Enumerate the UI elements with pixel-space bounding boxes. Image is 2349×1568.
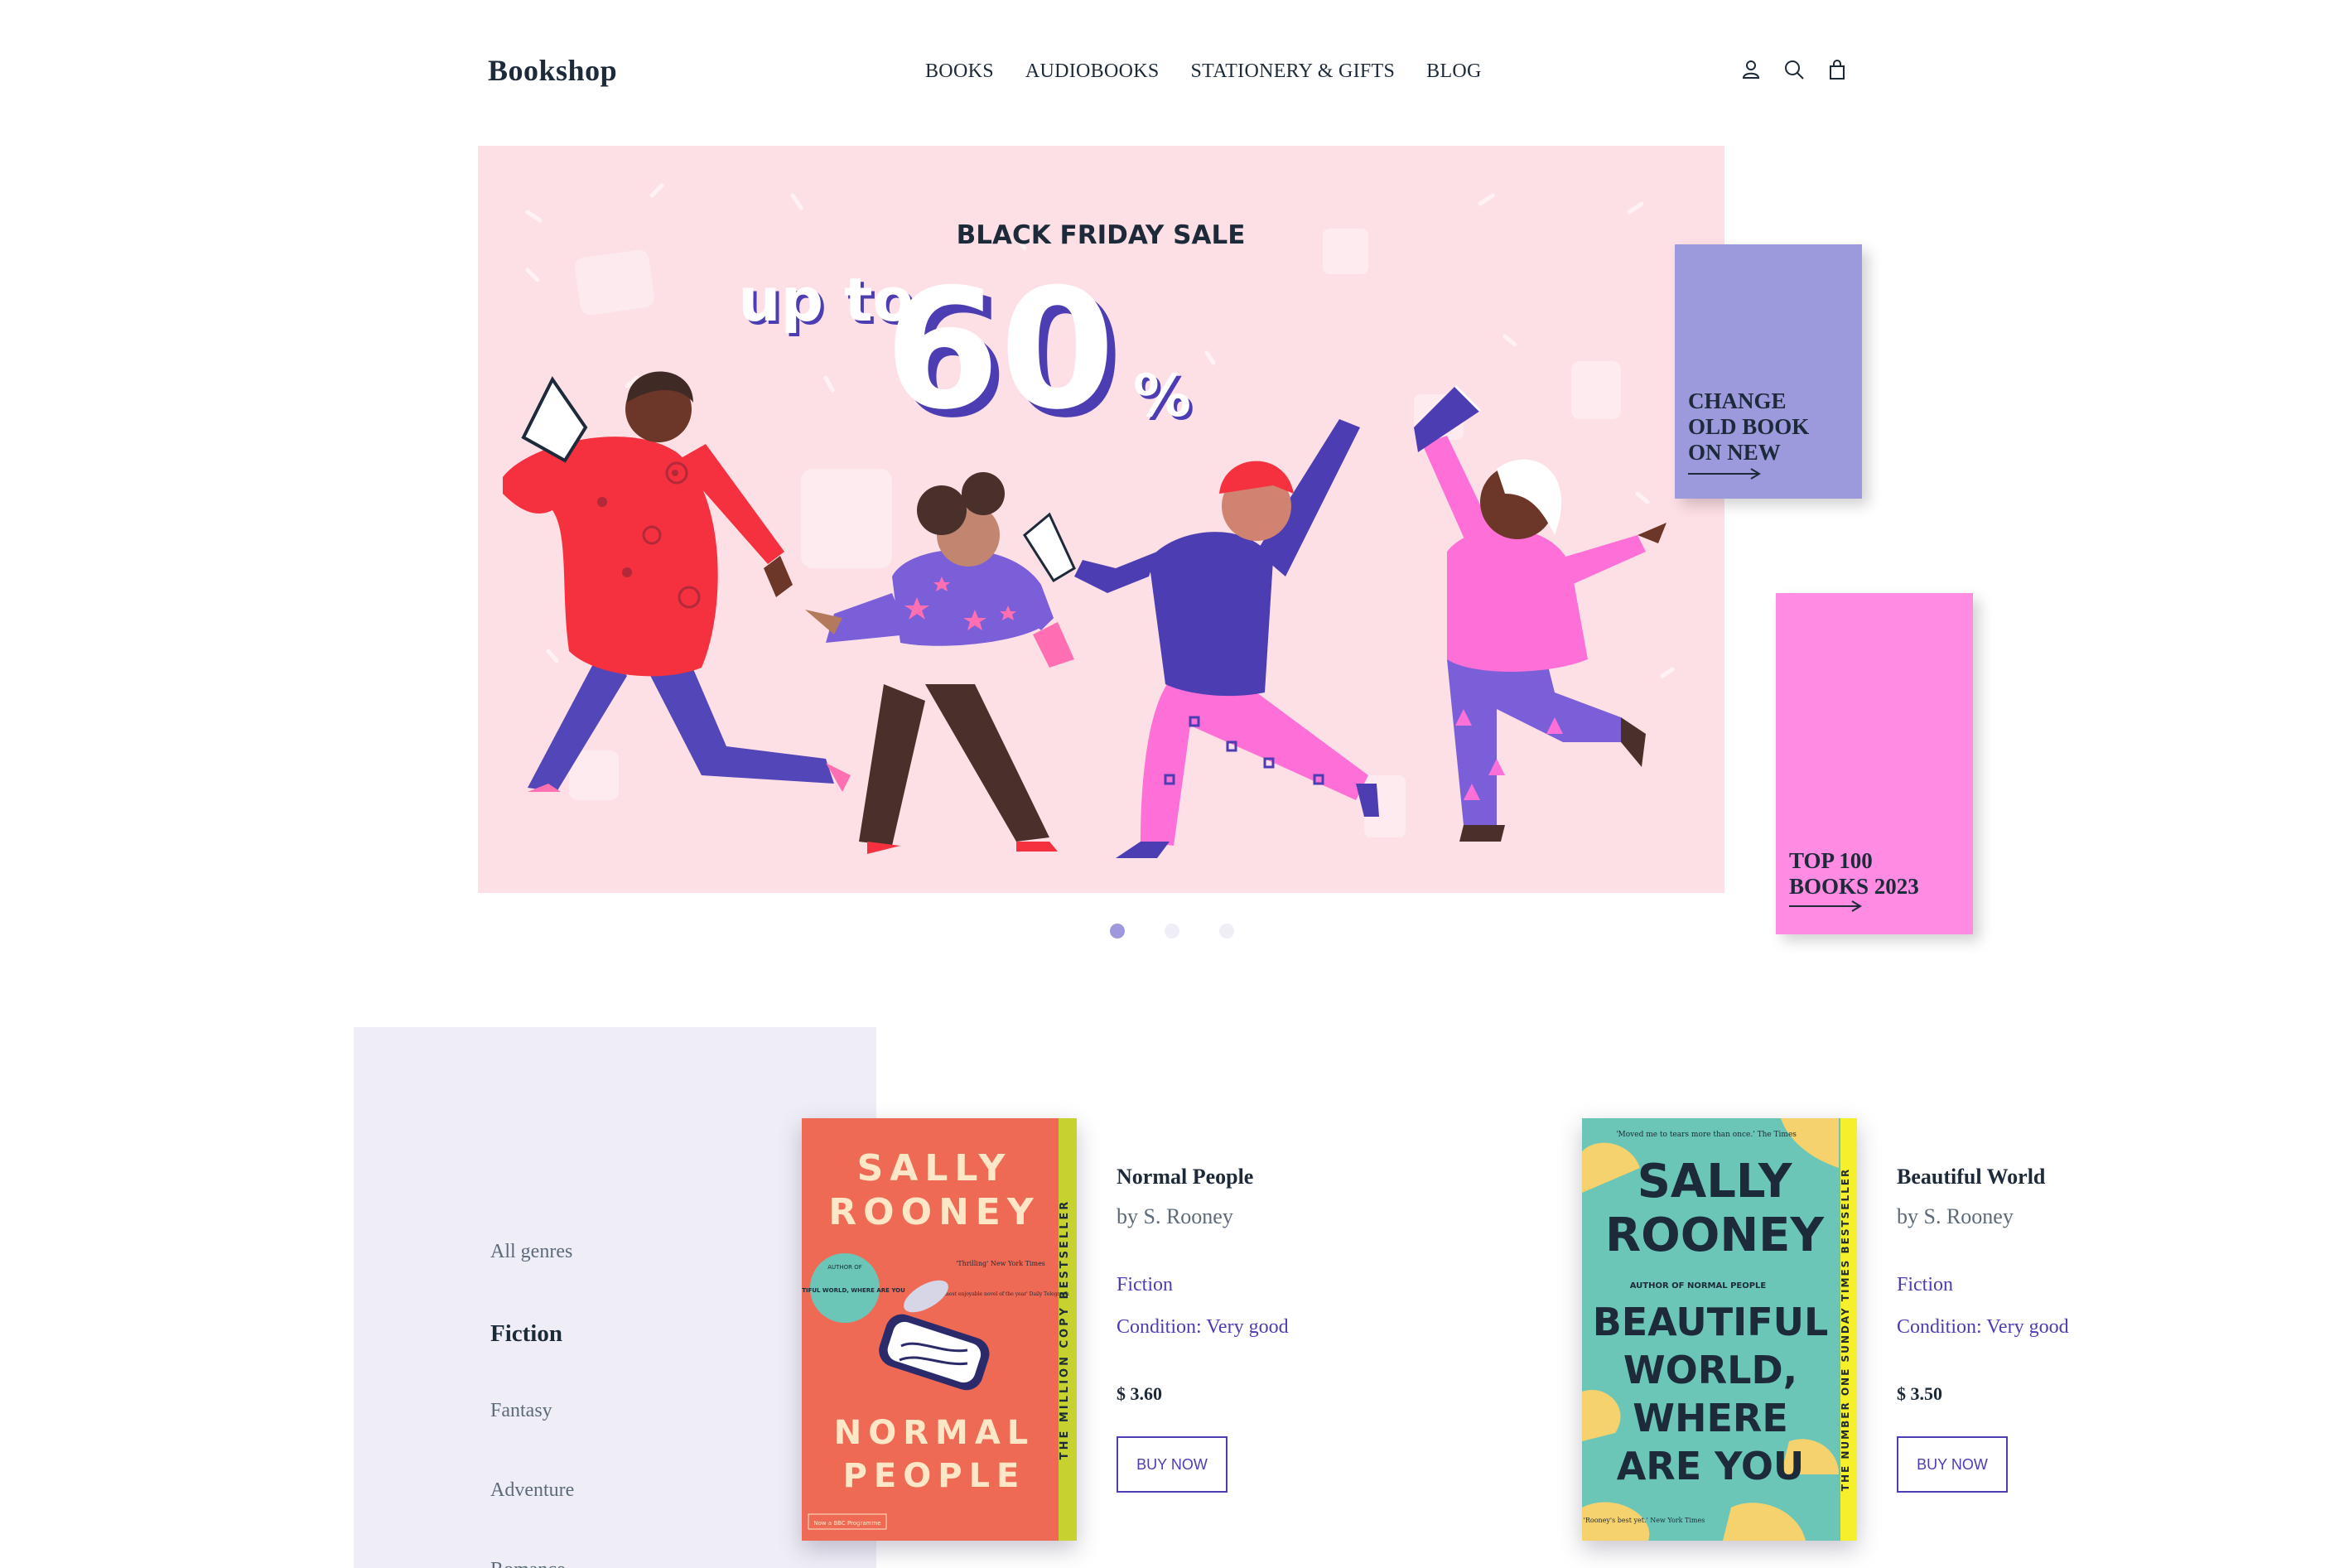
promo-change-old-book[interactable]: CHANGE OLD BOOK ON NEW bbox=[1675, 244, 1862, 499]
svg-text:'Moved me to tears more than o: 'Moved me to tears more than once.' The … bbox=[1616, 1131, 1797, 1139]
promo-line: TOP 100 bbox=[1789, 848, 1873, 873]
buy-now-button[interactable]: BUY NOW bbox=[1897, 1436, 2008, 1493]
svg-text:ROONEY: ROONEY bbox=[1605, 1209, 1825, 1262]
book-cover-beautiful-world[interactable]: 'Moved me to tears more than once.' The … bbox=[1582, 1118, 1857, 1541]
promo-line: ON NEW bbox=[1688, 440, 1781, 465]
svg-text:'The most enjoyable novel of t: 'The most enjoyable novel of the year' D… bbox=[932, 1291, 1069, 1297]
svg-text:AUTHOR OF NORMAL PEOPLE: AUTHOR OF NORMAL PEOPLE bbox=[1630, 1281, 1767, 1291]
book-price: $ 3.60 bbox=[1117, 1383, 1162, 1404]
book-condition: Condition: Very good bbox=[1117, 1316, 1289, 1338]
book-title[interactable]: Normal People bbox=[1117, 1165, 1289, 1189]
shopping-bag-icon[interactable] bbox=[1826, 58, 1849, 81]
promo-line: OLD BOOK bbox=[1688, 414, 1810, 439]
genre-fantasy[interactable]: Fantasy bbox=[490, 1400, 574, 1479]
promo-line: CHANGE bbox=[1688, 388, 1787, 413]
nav-books[interactable]: BOOKS bbox=[925, 60, 994, 83]
svg-text:THE NUMBER ONE SUNDAY TIMES BE: THE NUMBER ONE SUNDAY TIMES BESTSELLER bbox=[1840, 1168, 1851, 1491]
svg-text:SALLY: SALLY bbox=[1638, 1155, 1793, 1209]
svg-text:WHERE: WHERE bbox=[1633, 1396, 1788, 1440]
reader-figure-3 bbox=[1023, 419, 1379, 858]
buy-now-button[interactable]: BUY NOW bbox=[1117, 1436, 1228, 1493]
genre-adventure[interactable]: Adventure bbox=[490, 1479, 574, 1559]
search-icon[interactable] bbox=[1782, 58, 1806, 81]
svg-text:Now a BBC Programme: Now a BBC Programme bbox=[813, 1520, 880, 1527]
reader-figure-4 bbox=[1414, 384, 1666, 842]
svg-text:BEAUTIFUL WORLD, WHERE ARE YOU: BEAUTIFUL WORLD, WHERE ARE YOU bbox=[802, 1287, 905, 1294]
black-friday-illustration: BLACK FRIDAY SALE up to up to 60 60 % % bbox=[503, 183, 1690, 858]
promo-line: BOOKS 2023 bbox=[1789, 874, 1919, 899]
book-genre: Fiction bbox=[1117, 1274, 1174, 1295]
slider-dot-1[interactable] bbox=[1110, 924, 1125, 938]
slider-dots bbox=[1110, 924, 1234, 938]
nav-blog[interactable]: BLOG bbox=[1426, 60, 1482, 83]
genre-romance[interactable]: Romance bbox=[490, 1559, 574, 1568]
book-author: by S. Rooney bbox=[1117, 1204, 1233, 1228]
genre-all[interactable]: All genres bbox=[490, 1241, 574, 1320]
book-title[interactable]: Beautiful World bbox=[1897, 1165, 2069, 1189]
arrow-right-icon bbox=[1789, 900, 1862, 912]
nav-audiobooks[interactable]: AUDIOBOOKS bbox=[1025, 60, 1160, 83]
svg-text:'Rooney's best yet.' New York: 'Rooney's best yet.' New York Times bbox=[1584, 1517, 1705, 1524]
svg-text:THE MILLION COPY BESTSELLER: THE MILLION COPY BESTSELLER bbox=[1059, 1199, 1071, 1460]
svg-text:SALLY: SALLY bbox=[857, 1147, 1012, 1189]
banner-discount-value: 60 bbox=[885, 253, 1115, 446]
book-genre: Fiction bbox=[1897, 1274, 1954, 1295]
book-card-beautiful-world: 'Moved me to tears more than once.' The … bbox=[1582, 1118, 2327, 1549]
book-price: $ 3.50 bbox=[1897, 1383, 1942, 1404]
slider-dot-2[interactable] bbox=[1165, 924, 1179, 938]
svg-text:WORLD,: WORLD, bbox=[1623, 1348, 1797, 1392]
svg-text:ROONEY: ROONEY bbox=[828, 1191, 1039, 1233]
promo-top-100-books[interactable]: TOP 100 BOOKS 2023 bbox=[1776, 593, 1973, 934]
book-condition: Condition: Very good bbox=[1897, 1316, 2069, 1338]
svg-text:NORMAL: NORMAL bbox=[834, 1414, 1035, 1452]
banner-percent-sign: % bbox=[1133, 362, 1191, 430]
hero-banner[interactable]: BLACK FRIDAY SALE up to up to 60 60 % % bbox=[478, 146, 1724, 893]
genre-fiction[interactable]: Fiction bbox=[490, 1320, 574, 1400]
book-cover-normal-people[interactable]: SALLY ROONEY AUTHOR OF BEAUTIFUL WORLD, … bbox=[802, 1118, 1077, 1541]
slider-dot-3[interactable] bbox=[1219, 924, 1234, 938]
main-nav: BOOKS AUDIOBOOKS STATIONERY & GIFTS BLOG bbox=[925, 60, 1482, 83]
svg-text:AUTHOR OF: AUTHOR OF bbox=[827, 1264, 862, 1271]
svg-text:'Thrilling' New York Times: 'Thrilling' New York Times bbox=[956, 1260, 1045, 1267]
header-actions bbox=[1739, 58, 1849, 81]
svg-text:ARE YOU: ARE YOU bbox=[1617, 1444, 1805, 1488]
arrow-right-icon bbox=[1688, 468, 1761, 480]
genre-list: All genres Fiction Fantasy Adventure Rom… bbox=[490, 1241, 574, 1568]
site-logo[interactable]: Bookshop bbox=[488, 53, 617, 88]
svg-text:BEAUTIFUL: BEAUTIFUL bbox=[1593, 1300, 1829, 1344]
genre-sidebar: All genres Fiction Fantasy Adventure Rom… bbox=[354, 1027, 876, 1568]
book-author: by S. Rooney bbox=[1897, 1204, 2014, 1228]
book-card-normal-people: SALLY ROONEY AUTHOR OF BEAUTIFUL WORLD, … bbox=[802, 1118, 1547, 1549]
nav-stationery-gifts[interactable]: STATIONERY & GIFTS bbox=[1191, 60, 1396, 83]
svg-text:PEOPLE: PEOPLE bbox=[843, 1457, 1026, 1495]
user-icon[interactable] bbox=[1739, 58, 1763, 81]
banner-headline: BLACK FRIDAY SALE bbox=[957, 220, 1246, 250]
reader-figure-1 bbox=[503, 371, 851, 792]
